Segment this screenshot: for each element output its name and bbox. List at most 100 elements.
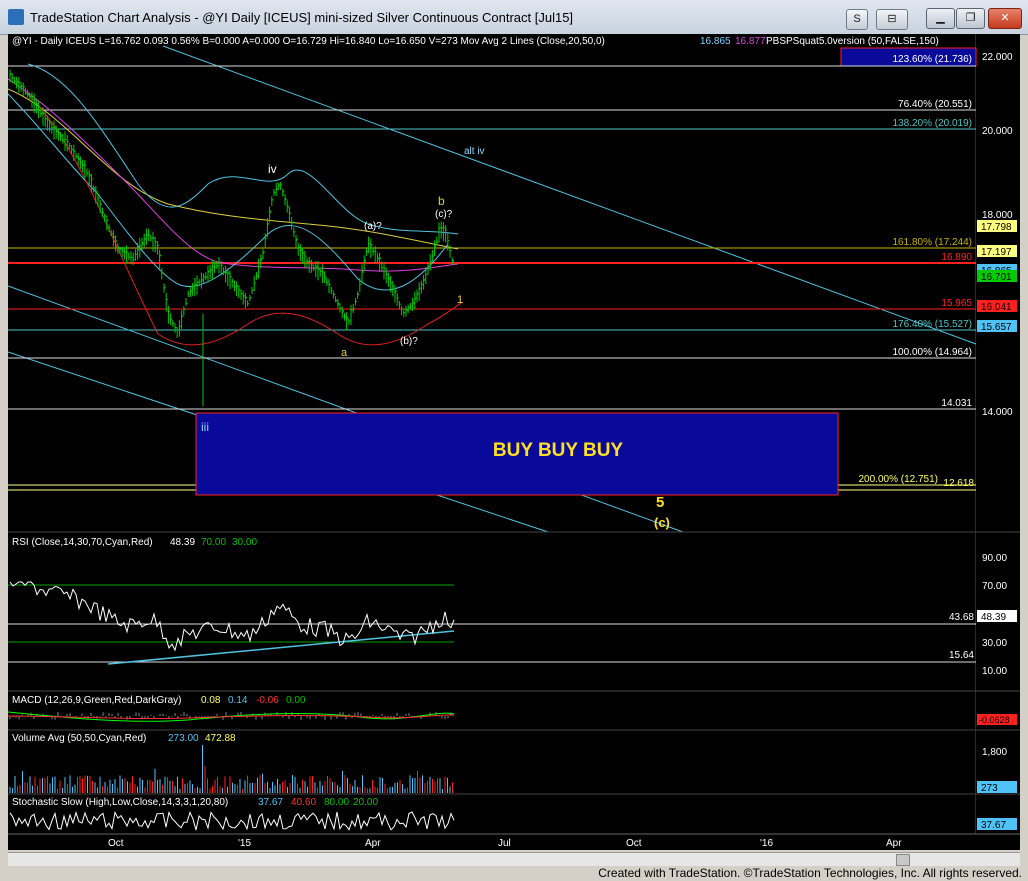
price-tag-label: 17.798 <box>981 222 1012 233</box>
macd-last-value: -0.0628 <box>979 715 1010 725</box>
tradestation-app-icon <box>8 9 24 25</box>
wave-label-alt-iv: alt iv <box>464 146 485 157</box>
restore-button[interactable]: ❐ <box>956 8 985 29</box>
rsi-tick: 30.00 <box>982 638 1007 649</box>
level-label-200: 200.00% (12.751) <box>858 474 938 485</box>
macd-diff: -0.06 <box>256 695 279 706</box>
price-tag-label: 16.701 <box>981 272 1012 283</box>
volume-bars <box>9 745 453 793</box>
price-bar-tick <box>168 310 171 313</box>
volume-header: Volume Avg (50,50,Cyan,Red) 273.00 472.8… <box>12 733 236 744</box>
volume-tick: 1,800 <box>982 747 1007 758</box>
price-bar-tick <box>368 242 371 245</box>
price-bar-tick <box>449 250 452 252</box>
wave-label-iv: iv <box>268 162 277 176</box>
volume-title: Volume Avg (50,50,Cyan,Red) <box>12 733 146 744</box>
stoch-os: 20.00 <box>353 797 378 808</box>
status-ma50: 16.877 <box>735 36 766 47</box>
stoch-header: Stochastic Slow (High,Low,Close,14,3,3,1… <box>12 797 378 808</box>
wave-label-b: b <box>438 194 445 208</box>
price-bar-tick <box>91 178 94 180</box>
wave-label-c-q: (c)? <box>435 209 453 220</box>
price-bar-tick <box>383 267 386 269</box>
price-bar-tick <box>36 103 39 105</box>
ma-magenta-line <box>8 78 459 272</box>
rsi-level-label: 43.68 <box>949 612 974 623</box>
wave-label-a: a <box>341 347 348 359</box>
price-tag-label: 16.041 <box>981 302 1012 313</box>
stoch-title: Stochastic Slow (High,Low,Close,14,3,3,1… <box>12 797 228 808</box>
symbol-link-button[interactable]: S <box>846 9 868 30</box>
status-ma20: 16.865 <box>700 36 731 47</box>
price-bar-tick <box>104 215 107 217</box>
level-label-16890: 16.890 <box>941 252 972 263</box>
price-bar-tick <box>280 184 283 186</box>
close-button[interactable]: ✕ <box>988 8 1022 29</box>
price-bar-tick <box>234 285 237 288</box>
price-bar-tick <box>366 250 369 253</box>
price-bar-tick <box>148 234 151 236</box>
price-bar-tick <box>297 246 300 249</box>
minimize-button[interactable]: ▁ <box>926 8 955 29</box>
rsi-tick: 10.00 <box>982 666 1007 677</box>
stoch-last-value: 37.67 <box>981 820 1006 831</box>
window-title: TradeStation Chart Analysis - @YI Daily … <box>30 10 574 25</box>
rsi-level-label: 15.64 <box>949 650 974 661</box>
level-label-14031: 14.031 <box>941 398 972 409</box>
price-tick: 22.000 <box>982 52 1013 63</box>
volume-avg: 472.88 <box>205 733 236 744</box>
restore-icon: ❐ <box>965 12 976 24</box>
price-bar-tick <box>432 255 435 257</box>
wave-label-iii: iii <box>201 420 209 434</box>
level-label-15965: 15.965 <box>941 298 972 309</box>
time-tick: Apr <box>886 838 902 849</box>
price-bar-tick <box>29 95 32 98</box>
wave-label-5: 5 <box>656 494 664 511</box>
time-tick: Apr <box>365 838 381 849</box>
level-label-176: 176.40% (15.527) <box>892 319 972 330</box>
horizontal-scrollbar[interactable] <box>8 852 1020 866</box>
copyright-footer: Created with TradeStation. ©TradeStation… <box>598 866 1022 880</box>
price-bar-tick <box>139 244 142 247</box>
macd-header: MACD (12,26,9,Green,Red,DarkGray) 0.08 0… <box>12 695 306 706</box>
wave-label-c: (c) <box>654 515 670 530</box>
price-bar-tick <box>322 271 325 273</box>
wave-label-a-q: (a)? <box>364 221 382 232</box>
level-label-76: 76.40% (20.551) <box>898 99 972 110</box>
level-label-161: 161.80% (17.244) <box>892 237 972 248</box>
rsi-last-value: 48.39 <box>981 612 1006 623</box>
rsi-header: RSI (Close,14,30,70,Cyan,Red) 48.39 70.0… <box>12 537 257 548</box>
rsi-ob: 70.00 <box>201 537 226 548</box>
price-tick: 18.000 <box>982 210 1013 221</box>
wave-label-b-q: (b)? <box>400 336 418 347</box>
stoch-k: 37.67 <box>258 797 283 808</box>
level-label-12618: 12.618 <box>943 478 974 489</box>
volume-last-value: 273 <box>981 783 998 794</box>
price-bar-tick <box>381 266 384 269</box>
layout-menu-button[interactable]: ⊟ <box>876 9 908 30</box>
time-tick: Jul <box>498 838 511 849</box>
price-bar-tick <box>58 131 61 134</box>
scrollbar-thumb[interactable] <box>896 854 910 866</box>
stoch-ob: 80.00 <box>324 797 349 808</box>
price-tag-label: 17.197 <box>981 247 1012 258</box>
rsi-tick: 90.00 <box>982 553 1007 564</box>
level-label-138: 138.20% (20.019) <box>892 118 972 129</box>
level-label-100: 100.00% (14.964) <box>892 347 972 358</box>
status-line: @YI - Daily ICEUS L=16.762 0.093 0.56% B… <box>12 36 939 47</box>
title-bar: TradeStation Chart Analysis - @YI Daily … <box>0 0 1028 35</box>
macd-zero: 0.00 <box>286 695 306 706</box>
buy-zone-label: BUY BUY BUY <box>493 440 624 461</box>
ma-cyan-line <box>8 93 449 291</box>
time-tick: '15 <box>238 838 251 849</box>
price-tick: 20.000 <box>982 126 1013 137</box>
chart-area[interactable]: @YI - Daily ICEUS L=16.762 0.093 0.56% B… <box>8 34 1020 850</box>
stoch-d: 40.60 <box>291 797 316 808</box>
status-line-main: @YI - Daily ICEUS L=16.762 0.093 0.56% B… <box>12 36 605 47</box>
macd-signal: 0.14 <box>228 695 248 706</box>
price-bar-tick <box>124 251 127 253</box>
price-bar-tick <box>425 273 428 276</box>
status-indicator: PBSPSquat5.0version (50,FALSE,150) <box>766 36 939 47</box>
rsi-os: 30.00 <box>232 537 257 548</box>
price-bar-tick <box>429 260 432 263</box>
